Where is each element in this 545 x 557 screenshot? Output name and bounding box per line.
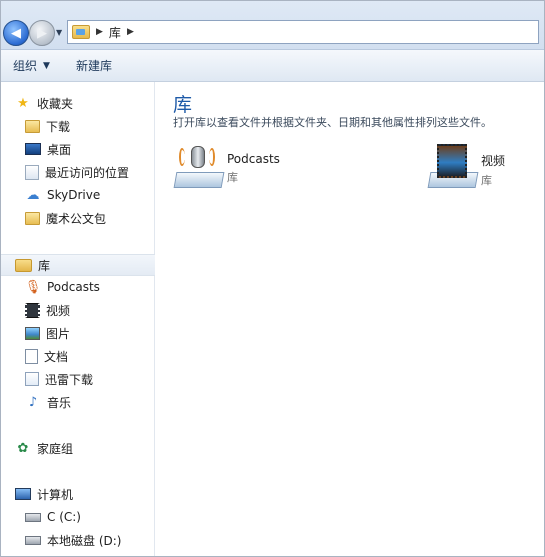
address-bar[interactable]: ▶ 库 ▶ (67, 20, 539, 44)
new-library-button[interactable]: 新建库 (76, 57, 112, 74)
video-icon (25, 302, 40, 318)
nav-item-briefcase[interactable]: 魔术公文包 (1, 208, 178, 228)
nav-label: 计算机 (37, 487, 74, 502)
podcast-library-icon (173, 142, 225, 190)
back-button[interactable]: ◀ (3, 20, 29, 46)
library-folder-icon (15, 258, 32, 272)
nav-item-drive-c[interactable]: C (C:) (1, 507, 178, 527)
nav-item-videos[interactable]: 视频 (1, 300, 178, 320)
nav-label: 桌面 (47, 142, 72, 157)
navigation-pane: ★ 收藏夹 下载 桌面 最近访问的位置 ☁ SkyDrive 魔术公文包 库 � (1, 82, 168, 556)
video-library-icon (427, 142, 479, 190)
library-type: 库 (481, 174, 492, 187)
breadcrumb-chevron-icon[interactable]: ▶ (127, 27, 134, 37)
library-folder-icon (72, 25, 90, 39)
recent-pages-dropdown[interactable]: ▼ (56, 28, 62, 37)
nav-label: 迅雷下载 (45, 372, 94, 387)
nav-label: SkyDrive (47, 188, 101, 202)
pictures-icon (25, 326, 40, 340)
nav-favorites[interactable]: ★ 收藏夹 (1, 93, 168, 113)
organize-button[interactable]: 组织 ▼ (13, 57, 50, 74)
new-library-label: 新建库 (75, 59, 112, 73)
page-description: 打开库以查看文件并根据文件夹、日期和其他属性排列这些文件。 (173, 116, 492, 129)
nav-label: 文档 (44, 349, 69, 364)
nav-label: 库 (38, 258, 51, 273)
nav-item-thunder-downloads[interactable]: 迅雷下载 (1, 369, 178, 389)
nav-label: Podcasts (47, 280, 100, 294)
nav-item-skydrive[interactable]: ☁ SkyDrive (1, 185, 178, 205)
nav-label: 音乐 (47, 395, 72, 410)
page-title: 库 (173, 94, 193, 116)
library-item-podcasts[interactable]: Podcasts 库 (173, 142, 280, 190)
library-name: 视频 (481, 154, 506, 168)
nav-label: 下载 (46, 119, 71, 134)
download-library-icon (25, 372, 39, 386)
command-bar: 组织 ▼ 新建库 (1, 50, 544, 82)
breadcrumb-chevron-icon[interactable]: ▶ (96, 27, 103, 37)
nav-item-music[interactable]: ♪ 音乐 (1, 392, 178, 412)
documents-icon (25, 348, 38, 364)
recent-places-icon (25, 164, 39, 180)
music-note-icon: ♪ (28, 394, 38, 410)
nav-label: 家庭组 (37, 441, 74, 456)
nav-label: 本地磁盘 (D:) (47, 533, 122, 548)
desktop-icon (25, 143, 41, 155)
library-name: Podcasts (227, 152, 280, 166)
library-type: 库 (227, 171, 238, 184)
library-item-videos[interactable]: 视频 库 (427, 142, 505, 190)
star-icon: ★ (17, 95, 29, 111)
nav-label: 最近访问的位置 (45, 165, 130, 180)
nav-label: 视频 (46, 303, 71, 318)
local-disk-icon (25, 535, 41, 545)
nav-item-drive-d[interactable]: 本地磁盘 (D:) (1, 530, 178, 550)
nav-label: 图片 (46, 326, 71, 341)
nav-computer[interactable]: 计算机 (1, 484, 168, 504)
homegroup-icon: ✿ (17, 440, 29, 456)
briefcase-folder-icon (25, 211, 40, 225)
nav-libraries[interactable]: 库 (1, 254, 168, 276)
system-drive-icon (25, 512, 41, 522)
arrow-right-icon: ▶ (37, 25, 47, 41)
arrow-left-icon: ◀ (11, 25, 21, 41)
computer-icon (15, 488, 31, 500)
nav-item-pictures[interactable]: 图片 (1, 323, 178, 343)
nav-label: C (C:) (47, 510, 81, 524)
nav-item-recent-places[interactable]: 最近访问的位置 (1, 162, 178, 182)
forward-button[interactable]: ▶ (29, 20, 55, 46)
downloads-folder-icon (25, 119, 40, 133)
nav-label: 魔术公文包 (46, 211, 107, 226)
skydrive-icon: ☁ (26, 187, 40, 203)
breadcrumb-libraries[interactable]: 库 (109, 24, 121, 41)
nav-label: 收藏夹 (37, 96, 74, 111)
dropdown-caret-icon: ▼ (43, 60, 50, 71)
explorer-window: ◀ ▶ ▼ ▶ 库 ▶ 组织 ▼ 新建库 ★ 收藏夹 下载 桌面 最近访问的位置… (0, 0, 545, 557)
nav-item-desktop[interactable]: 桌面 (1, 139, 178, 159)
nav-homegroup[interactable]: ✿ 家庭组 (1, 438, 168, 458)
nav-item-documents[interactable]: 文档 (1, 346, 178, 366)
nav-item-podcasts[interactable]: 🎙 Podcasts (1, 277, 178, 297)
podcast-icon: 🎙 (24, 279, 42, 295)
navigation-bar: ◀ ▶ ▼ ▶ 库 ▶ (1, 1, 544, 50)
organize-label: 组织 (13, 59, 38, 73)
library-content: 库 打开库以查看文件并根据文件夹、日期和其他属性排列这些文件。 Podcasts… (155, 82, 544, 556)
nav-item-downloads[interactable]: 下载 (1, 116, 178, 136)
